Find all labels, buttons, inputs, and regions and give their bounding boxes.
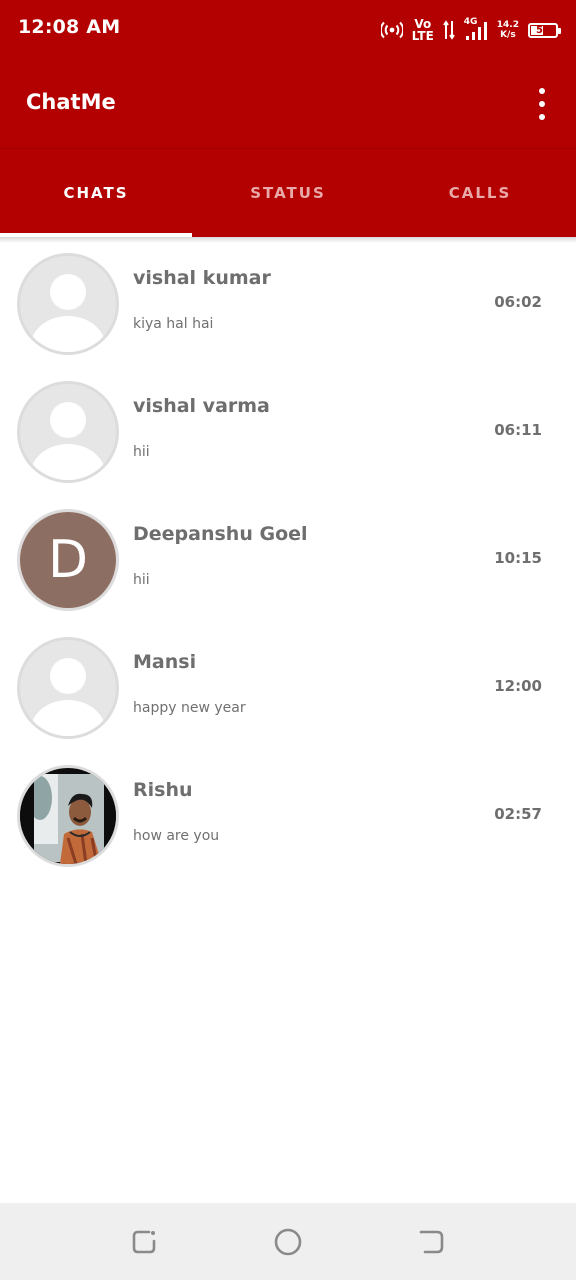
chat-item[interactable]: vishal kumar kiya hal hai 06:02 (0, 243, 576, 371)
chat-name: Deepanshu Goel (133, 523, 308, 545)
hotspot-icon (380, 21, 403, 39)
chat-time: 12:00 (494, 677, 542, 695)
status-icons: Vo LTE 4G 14.2 K/s 54 (380, 14, 561, 46)
chat-last-message: happy new year (133, 700, 246, 716)
chat-item[interactable]: Rishu how are you 02:57 (0, 755, 576, 883)
chat-time: 10:15 (494, 549, 542, 567)
battery-icon: 54 (528, 22, 561, 38)
chat-name: vishal varma (133, 395, 270, 417)
network-speed: 14.2 K/s (496, 20, 519, 40)
avatar[interactable] (17, 765, 119, 867)
chat-last-message: hii (133, 572, 150, 588)
tab-bar: CHATS STATUS CALLS (0, 149, 576, 237)
chat-last-message: kiya hal hai (133, 316, 214, 332)
chat-item[interactable]: Mansi happy new year 12:00 (0, 627, 576, 755)
tab-calls[interactable]: CALLS (384, 149, 576, 237)
back-icon[interactable] (417, 1227, 447, 1257)
avatar[interactable] (17, 637, 119, 739)
tab-chats[interactable]: CHATS (0, 149, 192, 237)
avatar[interactable] (17, 253, 119, 355)
chat-name: Rishu (133, 779, 193, 801)
more-vertical-icon (539, 88, 545, 94)
default-avatar-icon (20, 384, 116, 480)
default-avatar-icon (20, 256, 116, 352)
home-icon[interactable] (273, 1227, 303, 1257)
avatar[interactable] (17, 381, 119, 483)
chat-time: 02:57 (494, 805, 542, 823)
chat-item[interactable]: vishal varma hii 06:11 (0, 371, 576, 499)
chat-list: vishal kumar kiya hal hai 06:02 vishal v… (0, 243, 576, 883)
avatar[interactable]: D (17, 509, 119, 611)
volte-icon: Vo LTE (411, 17, 434, 43)
chat-item[interactable]: D Deepanshu Goel hii 10:15 (0, 499, 576, 627)
signal-icon: 4G (464, 17, 488, 41)
chat-time: 06:02 (494, 293, 542, 311)
photo-avatar (20, 768, 116, 864)
tab-status[interactable]: STATUS (192, 149, 384, 237)
status-time: 12:08 AM (18, 16, 121, 38)
recents-icon[interactable] (129, 1227, 159, 1257)
chat-last-message: hii (133, 444, 150, 460)
default-avatar-icon (20, 640, 116, 736)
chat-name: Mansi (133, 651, 197, 673)
chat-last-message: how are you (133, 828, 220, 844)
more-options-button[interactable] (534, 88, 550, 120)
status-bar: 12:08 AM Vo LTE 4G 14.2 K/s 54 (0, 0, 576, 58)
chat-time: 06:11 (494, 421, 542, 439)
chat-name: vishal kumar (133, 267, 271, 289)
letter-avatar: D (20, 512, 116, 608)
system-nav-bar (0, 1203, 576, 1280)
app-title: ChatMe (26, 90, 116, 114)
app-bar: ChatMe (0, 58, 576, 148)
data-arrows-icon (442, 20, 455, 40)
